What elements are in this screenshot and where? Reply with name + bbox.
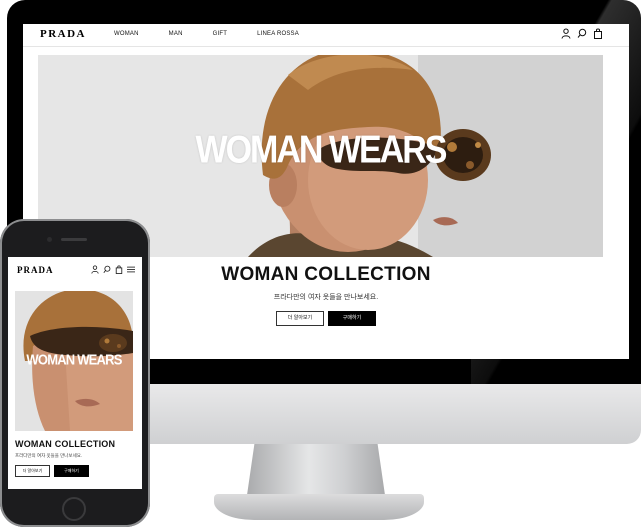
mobile-phone-mockup: PRADA WOMAN WEARS WOMAN COLLECTION 프라다만의… [0, 219, 150, 527]
mobile-screen: PRADA WOMAN WEARS WOMAN COLLECTION 프라다만의… [8, 257, 142, 489]
buy-button[interactable]: 구매하기 [328, 311, 376, 326]
nav-item-woman[interactable]: WOMAN [114, 31, 139, 37]
brand-logo[interactable]: PRADA [40, 28, 86, 40]
nav-item-linea-rossa[interactable]: LINEA ROSSA [257, 31, 299, 37]
phone-camera [47, 237, 52, 242]
search-icon[interactable] [577, 28, 587, 39]
user-icon[interactable] [561, 28, 571, 39]
hero-title: WOMAN WEARS [26, 350, 122, 369]
nav-item-man[interactable]: MAN [169, 31, 183, 37]
shopping-bag-icon[interactable] [115, 265, 123, 274]
mobile-top-nav: PRADA [8, 257, 142, 281]
user-icon[interactable] [91, 265, 99, 274]
mobile-nav-icons [91, 265, 135, 274]
collection-buttons: 더 알아보기 구매하기 [15, 465, 89, 477]
buy-button[interactable]: 구매하기 [54, 465, 89, 477]
desktop-nav-icons [561, 28, 603, 39]
search-icon[interactable] [103, 265, 111, 274]
collection-heading: WOMAN COLLECTION [15, 439, 116, 449]
collection-subtext: 프라다만의 여자 옷들을 만나보세요. [15, 453, 83, 458]
monitor-stand-base [214, 494, 424, 520]
phone-speaker [61, 238, 87, 241]
hero-title: WOMAN WEARS [195, 128, 448, 172]
phone-home-button[interactable] [62, 497, 86, 521]
learn-more-button[interactable]: 더 알아보기 [276, 311, 324, 326]
nav-item-gift[interactable]: GIFT [213, 31, 227, 37]
shopping-bag-icon[interactable] [593, 28, 603, 39]
mobile-hero-banner[interactable]: WOMAN WEARS [15, 291, 133, 431]
menu-icon[interactable] [127, 265, 135, 274]
desktop-top-nav: PRADA WOMAN MAN GIFT LINEA ROSSA [23, 24, 629, 47]
desktop-main-menu: WOMAN MAN GIFT LINEA ROSSA [114, 31, 329, 37]
brand-logo[interactable]: PRADA [17, 265, 54, 275]
learn-more-button[interactable]: 더 알아보기 [15, 465, 50, 477]
